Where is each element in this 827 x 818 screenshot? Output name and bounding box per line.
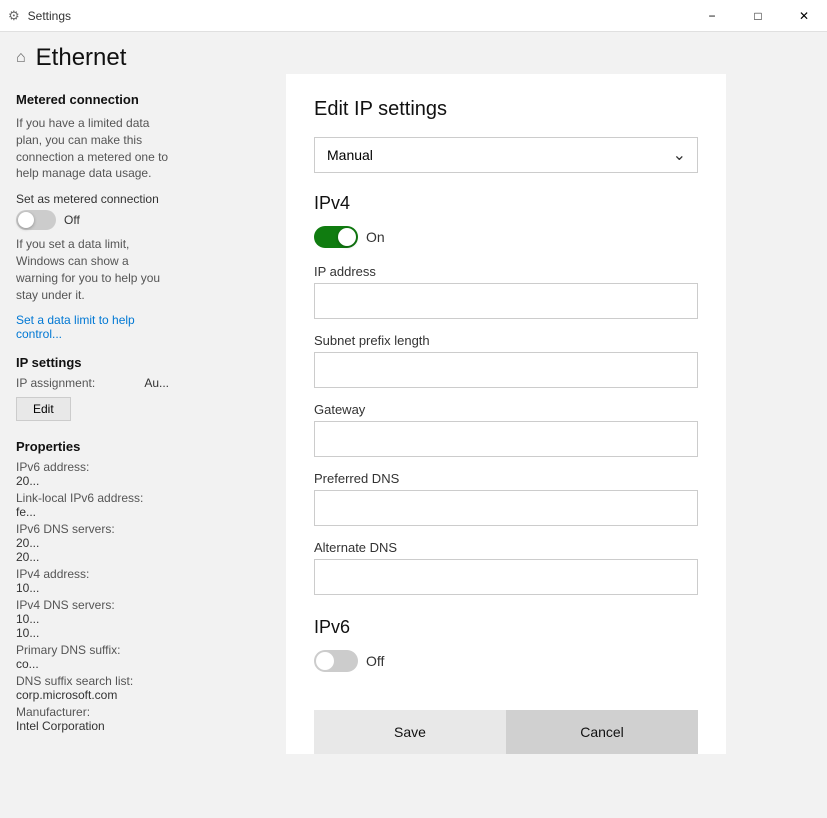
gateway-label: Gateway xyxy=(314,402,698,417)
prop-ipv6: IPv6 address: 20... xyxy=(16,460,169,488)
ip-type-dropdown[interactable]: Automatic (DHCP) Manual xyxy=(314,137,698,173)
save-button[interactable]: Save xyxy=(314,710,506,754)
sidebar: ⌂ Ethernet Metered connection If you hav… xyxy=(0,32,185,786)
close-button[interactable]: ✕ xyxy=(781,0,827,32)
metered-toggle-label: Set as metered connection xyxy=(16,192,169,206)
modal-title: Edit IP settings xyxy=(314,98,698,121)
ip-type-dropdown-row: Automatic (DHCP) Manual xyxy=(314,137,698,173)
title-bar-title: Settings xyxy=(28,9,71,23)
prop-ipv4-value: 10... xyxy=(16,581,169,595)
title-bar-left: ⚙ Settings xyxy=(8,8,71,24)
prop-manufacturer-value: Intel Corporation xyxy=(16,719,169,733)
data-limit-link[interactable]: Set a data limit to help control... xyxy=(16,313,169,341)
prop-dns-suffix: DNS suffix search list: corp.microsoft.c… xyxy=(16,674,169,702)
properties-heading: Properties xyxy=(16,439,169,454)
prop-ipv6-dns-label: IPv6 DNS servers: xyxy=(16,522,169,536)
prop-ipv4-dns-label: IPv4 DNS servers: xyxy=(16,598,169,612)
modal-footer: Save Cancel xyxy=(314,710,698,754)
prop-link-local: Link-local IPv6 address: fe... xyxy=(16,491,169,519)
modal-overlay: Edit IP settings Automatic (DHCP) Manual… xyxy=(185,64,827,818)
app-body: ⌂ Ethernet Metered connection If you hav… xyxy=(0,32,827,786)
prop-ipv6-label: IPv6 address: xyxy=(16,460,169,474)
ip-settings-heading: IP settings xyxy=(16,355,169,370)
prop-ipv4: IPv4 address: 10... xyxy=(16,567,169,595)
prop-dns-suffix-label: DNS suffix search list: xyxy=(16,674,169,688)
subnet-input[interactable] xyxy=(314,352,698,388)
prop-link-local-label: Link-local IPv6 address: xyxy=(16,491,169,505)
ipv6-section: IPv6 Off xyxy=(314,617,698,680)
metered-heading: Metered connection xyxy=(16,92,169,107)
ip-assignment-value: Au... xyxy=(144,376,169,390)
cancel-button[interactable]: Cancel xyxy=(506,710,698,754)
ipv6-toggle-row: Off xyxy=(314,650,698,672)
ip-address-input[interactable] xyxy=(314,283,698,319)
subnet-label: Subnet prefix length xyxy=(314,333,698,348)
preferred-dns-label: Preferred DNS xyxy=(314,471,698,486)
ip-address-label: IP address xyxy=(314,264,698,279)
prop-manufacturer-label: Manufacturer: xyxy=(16,705,169,719)
edit-ip-modal: Edit IP settings Automatic (DHCP) Manual… xyxy=(286,74,726,754)
ipv4-toggle-label: On xyxy=(366,229,385,245)
sidebar-header: ⌂ Ethernet xyxy=(16,44,169,72)
ipv4-toggle[interactable] xyxy=(314,226,358,248)
ipv4-toggle-row: On xyxy=(314,226,698,248)
metered-toggle-row: Off xyxy=(16,210,169,230)
prop-ipv6-dns-value1: 20... xyxy=(16,536,169,550)
minimize-button[interactable]: − xyxy=(689,0,735,32)
prop-ipv6-value: 20... xyxy=(16,474,169,488)
metered-description: If you have a limited data plan, you can… xyxy=(16,115,169,182)
prop-primary-dns-value: co... xyxy=(16,657,169,671)
prop-primary-dns-label: Primary DNS suffix: xyxy=(16,643,169,657)
prop-ipv4-dns: IPv4 DNS servers: 10... 10... xyxy=(16,598,169,640)
data-limit-text: If you set a data limit, Windows can sho… xyxy=(16,236,169,303)
ipv6-toggle-label: Off xyxy=(366,653,384,669)
settings-icon: ⚙ xyxy=(8,8,20,24)
metered-toggle[interactable] xyxy=(16,210,56,230)
title-bar: ⚙ Settings − □ ✕ xyxy=(0,0,827,32)
gateway-input[interactable] xyxy=(314,421,698,457)
metered-toggle-state: Off xyxy=(64,213,80,227)
preferred-dns-input[interactable] xyxy=(314,490,698,526)
ipv6-toggle[interactable] xyxy=(314,650,358,672)
prop-ipv4-label: IPv4 address: xyxy=(16,567,169,581)
prop-ipv6-dns-value2: 20... xyxy=(16,550,169,564)
prop-link-local-value: fe... xyxy=(16,505,169,519)
prop-ipv4-dns-value1: 10... xyxy=(16,612,169,626)
prop-ipv4-dns-value2: 10... xyxy=(16,626,169,640)
ip-assignment-label: IP assignment: xyxy=(16,376,95,390)
alternate-dns-label: Alternate DNS xyxy=(314,540,698,555)
prop-manufacturer: Manufacturer: Intel Corporation xyxy=(16,705,169,733)
prop-dns-suffix-value: corp.microsoft.com xyxy=(16,688,169,702)
maximize-button[interactable]: □ xyxy=(735,0,781,32)
ipv6-section-label: IPv6 xyxy=(314,617,698,638)
title-bar-controls: − □ ✕ xyxy=(689,0,827,32)
prop-primary-dns: Primary DNS suffix: co... xyxy=(16,643,169,671)
home-icon[interactable]: ⌂ xyxy=(16,49,26,67)
sidebar-page-title: Ethernet xyxy=(36,44,127,72)
alternate-dns-input[interactable] xyxy=(314,559,698,595)
dropdown-wrapper: Automatic (DHCP) Manual xyxy=(314,137,698,173)
ip-assignment-row: IP assignment: Au... xyxy=(16,376,169,390)
edit-ip-button[interactable]: Edit xyxy=(16,397,71,421)
ipv4-section-label: IPv4 xyxy=(314,193,698,214)
prop-ipv6-dns: IPv6 DNS servers: 20... 20... xyxy=(16,522,169,564)
